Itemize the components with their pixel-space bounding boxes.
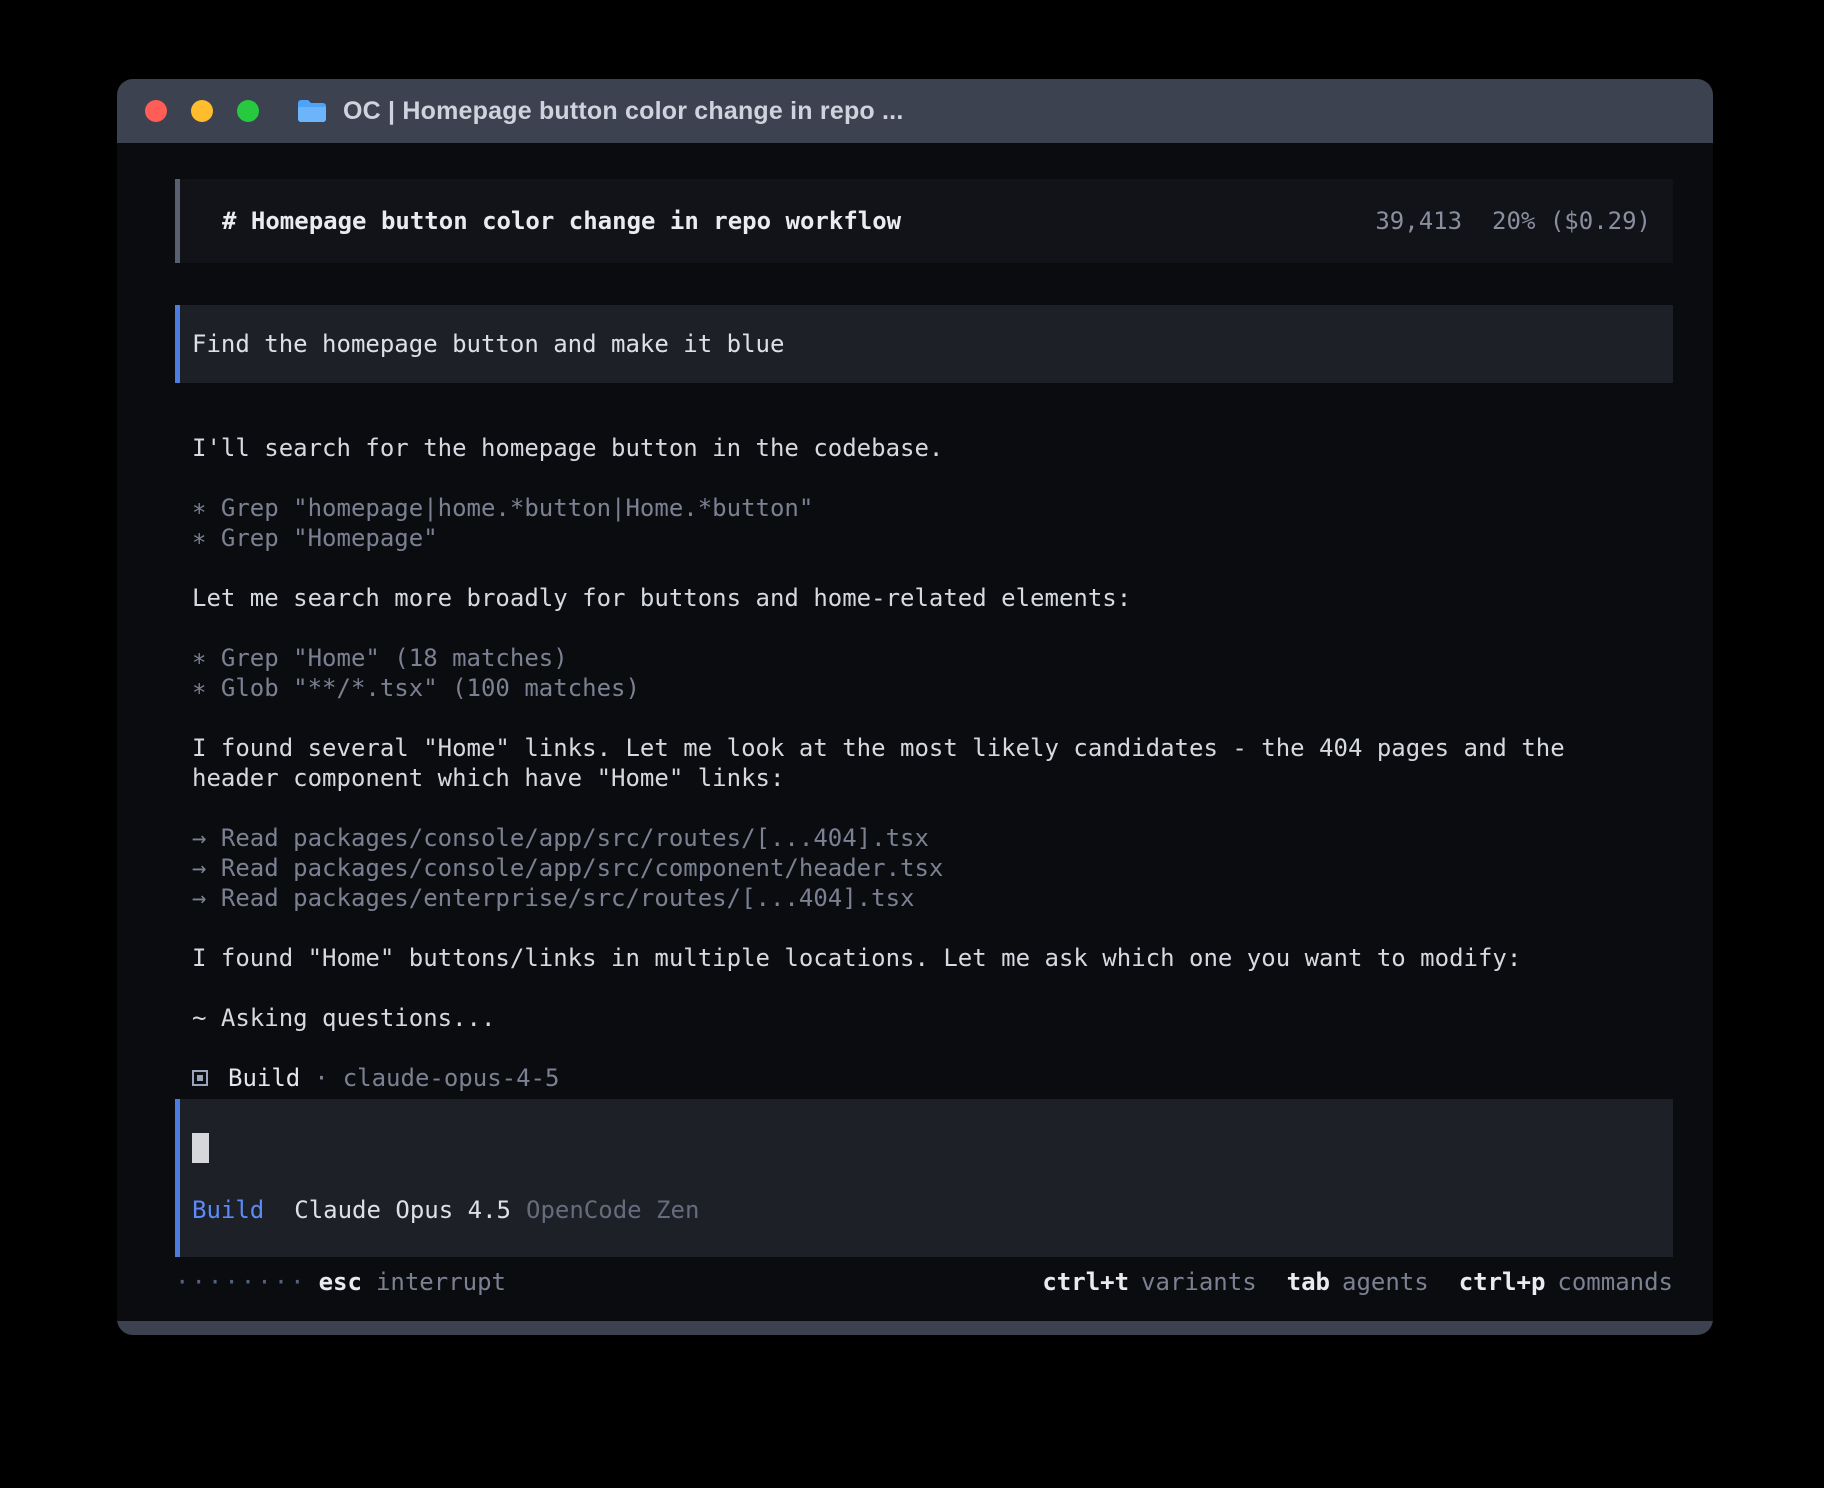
status-bar: ········ esc interrupt ctrl+t variants t…	[175, 1265, 1673, 1299]
input-agent-label[interactable]: Build	[192, 1195, 264, 1225]
status-text: ~ Asking questions...	[192, 1003, 1673, 1033]
text-cursor	[192, 1133, 209, 1163]
shortcut-key: ctrl+t	[1042, 1267, 1129, 1297]
shortcut-key: ctrl+p	[1459, 1267, 1546, 1297]
separator-dot: ·	[314, 1063, 328, 1093]
esc-key-hint: esc	[319, 1267, 362, 1297]
close-button[interactable]	[145, 100, 167, 122]
input-meta: Build Claude Opus 4.5 OpenCode Zen	[192, 1195, 1673, 1225]
shortcut-label: commands	[1557, 1267, 1673, 1297]
session-stats: 39,413 20% ($0.29)	[1375, 206, 1651, 236]
tool-call-read: → Read packages/console/app/src/routes/[…	[192, 823, 1673, 853]
progress-dots: ········	[175, 1267, 307, 1297]
agent-icon	[192, 1070, 208, 1086]
traffic-lights	[145, 100, 259, 122]
session-header: # Homepage button color change in repo w…	[175, 179, 1673, 263]
esc-label: interrupt	[376, 1267, 506, 1297]
assistant-text: Let me search more broadly for buttons a…	[192, 583, 1673, 613]
token-count: 39,413	[1375, 206, 1462, 236]
window-title: OC | Homepage button color change in rep…	[343, 97, 903, 126]
tool-call-read: → Read packages/console/app/src/componen…	[192, 853, 1673, 883]
transcript: I'll search for the homepage button in t…	[192, 433, 1673, 1093]
shortcut-label: agents	[1342, 1267, 1429, 1297]
tool-call-glob: ∗ Glob "**/*.tsx" (100 matches)	[192, 673, 1673, 703]
context-usage: 20% ($0.29)	[1492, 206, 1651, 236]
assistant-text: I found "Home" buttons/links in multiple…	[192, 943, 1673, 973]
shortcut-hints: ctrl+t variants tab agents ctrl+p comman…	[1042, 1267, 1673, 1297]
minimize-button[interactable]	[191, 100, 213, 122]
user-message: Find the homepage button and make it blu…	[175, 305, 1673, 383]
tool-call-read: → Read packages/enterprise/src/routes/[.…	[192, 883, 1673, 913]
agent-name: Build	[228, 1063, 300, 1093]
folder-icon	[297, 99, 327, 123]
shortcut-label: variants	[1141, 1267, 1257, 1297]
terminal-window: OC | Homepage button color change in rep…	[117, 79, 1713, 1335]
agent-model: claude-opus-4-5	[343, 1063, 560, 1093]
shortcut-variants: ctrl+t variants	[1042, 1267, 1256, 1297]
terminal-content: # Homepage button color change in repo w…	[117, 143, 1713, 1321]
shortcut-agents: tab agents	[1287, 1267, 1429, 1297]
session-title: # Homepage button color change in repo w…	[222, 206, 1375, 236]
prompt-input[interactable]: Build Claude Opus 4.5 OpenCode Zen	[175, 1099, 1673, 1257]
input-provider-label: OpenCode Zen	[526, 1195, 699, 1225]
assistant-text: I'll search for the homepage button in t…	[192, 433, 1673, 463]
assistant-text: I found several "Home" links. Let me loo…	[192, 733, 1673, 793]
tool-call-grep: ∗ Grep "Homepage"	[192, 523, 1673, 553]
user-message-text: Find the homepage button and make it blu…	[192, 329, 784, 359]
tool-call-grep: ∗ Grep "homepage|home.*button|Home.*butt…	[192, 493, 1673, 523]
shortcut-commands: ctrl+p commands	[1459, 1267, 1673, 1297]
zoom-button[interactable]	[237, 100, 259, 122]
agent-status-row: Build · claude-opus-4-5	[192, 1063, 1673, 1093]
input-model-label[interactable]: Claude Opus 4.5	[294, 1195, 511, 1225]
titlebar: OC | Homepage button color change in rep…	[117, 79, 1713, 143]
tool-call-grep: ∗ Grep "Home" (18 matches)	[192, 643, 1673, 673]
shortcut-key: tab	[1287, 1267, 1330, 1297]
